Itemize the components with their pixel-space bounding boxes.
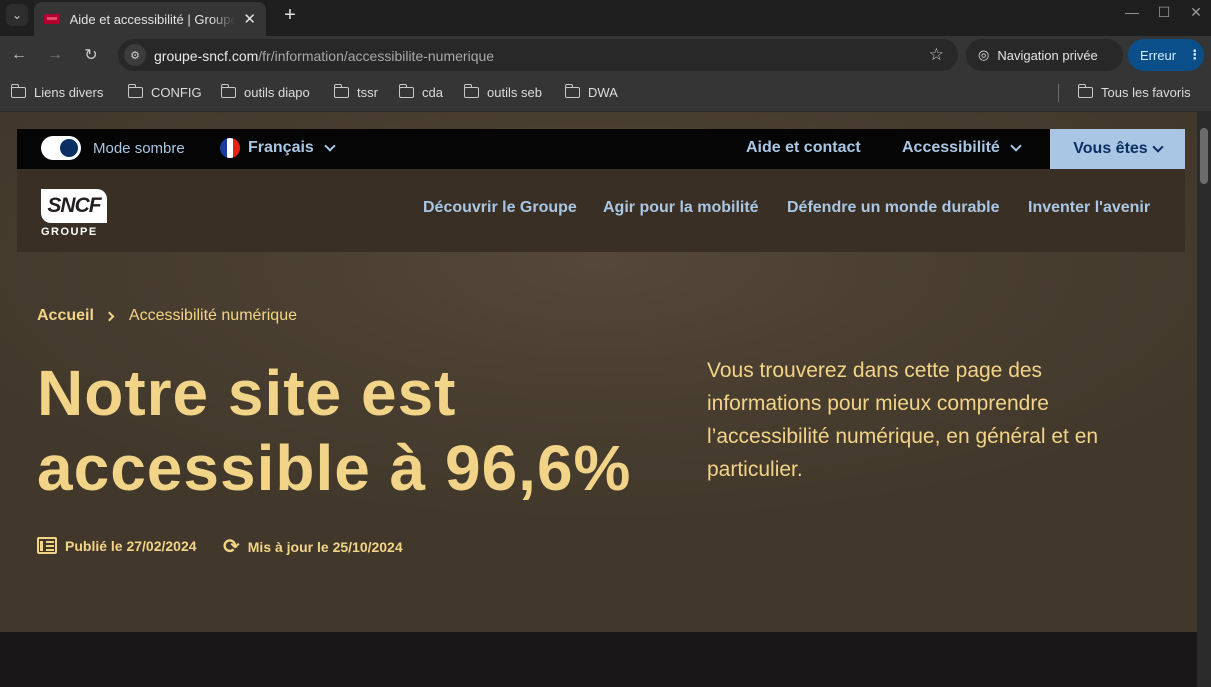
bookmark-label: Liens divers bbox=[34, 85, 104, 100]
browser-toolbar: ← → ↻ ⚙ groupe-sncf.com/fr/information/a… bbox=[0, 36, 1211, 74]
private-browsing-label: Navigation privée bbox=[997, 47, 1098, 63]
bookmark-label: Tous les favoris bbox=[1101, 85, 1191, 100]
bookmark-folder[interactable]: Liens divers bbox=[10, 84, 104, 100]
bookmark-folder[interactable]: tssr bbox=[333, 84, 378, 100]
sncf-groupe-logo[interactable]: SNCF GROUPE bbox=[41, 189, 107, 238]
bookmark-label: DWA bbox=[588, 85, 618, 100]
arrow-left-icon: ← bbox=[11, 46, 27, 63]
back-button[interactable]: ← bbox=[8, 44, 30, 66]
content-section bbox=[0, 632, 1197, 687]
folder-icon bbox=[333, 84, 349, 98]
more-menu-icon: ⋮ bbox=[1188, 47, 1202, 62]
updated-date-text: Mis à jour le 25/10/2024 bbox=[247, 539, 403, 555]
bookmark-label: outils seb bbox=[487, 85, 542, 100]
page-scrollbar[interactable] bbox=[1197, 112, 1211, 687]
arrow-right-icon: → bbox=[47, 46, 63, 63]
published-date-text: Publié le 27/02/2024 bbox=[65, 537, 197, 554]
bookmark-folder[interactable]: DWA bbox=[564, 84, 618, 100]
maximize-window-button[interactable]: ☐ bbox=[1154, 4, 1174, 21]
tab-title: Aide et accessibilité | Groupe SNCF bbox=[69, 11, 236, 27]
chevron-right-icon bbox=[104, 311, 115, 321]
bookmark-label: tssr bbox=[357, 85, 378, 100]
page-title-line-1: Notre site est bbox=[37, 357, 457, 429]
chevron-down-icon bbox=[324, 140, 336, 152]
refresh-icon: ⟳ bbox=[223, 536, 240, 558]
close-tab-icon[interactable]: ✕ bbox=[243, 10, 256, 28]
folder-icon bbox=[398, 84, 414, 98]
dark-mode-toggle[interactable] bbox=[41, 136, 81, 160]
language-label: Français bbox=[248, 139, 314, 156]
scrollbar-thumb[interactable] bbox=[1200, 128, 1208, 184]
address-bar[interactable]: ⚙ groupe-sncf.com/fr/information/accessi… bbox=[118, 39, 958, 71]
minimize-window-button[interactable]: — bbox=[1122, 4, 1142, 20]
url-path: /fr/information/accessibilite-numerique bbox=[258, 48, 495, 64]
folder-icon bbox=[564, 84, 580, 98]
folder-icon bbox=[1077, 84, 1093, 98]
bookmark-label: CONFIG bbox=[151, 85, 202, 100]
folder-icon bbox=[10, 84, 26, 98]
folder-icon bbox=[127, 84, 143, 98]
page-viewport: Mode sombre Français Aide et contact Acc… bbox=[0, 112, 1197, 687]
nav-item-sustainable[interactable]: Défendre un monde durable bbox=[787, 199, 999, 217]
dark-mode-label: Mode sombre bbox=[93, 140, 185, 157]
page-title: Notre site est accessible à 96,6% bbox=[37, 356, 657, 506]
incognito-icon: ◎ bbox=[978, 47, 990, 62]
page-title-line-2: accessible à 96,6% bbox=[37, 432, 632, 504]
bookmark-star-icon[interactable]: ☆ bbox=[929, 45, 944, 65]
new-tab-button[interactable]: + bbox=[280, 4, 300, 27]
url-host: groupe-sncf.com bbox=[154, 48, 259, 64]
forward-button[interactable]: → bbox=[44, 44, 66, 66]
logo-subtitle: GROUPE bbox=[41, 226, 98, 238]
chevron-down-icon bbox=[1010, 140, 1022, 152]
utility-bar: Mode sombre Français Aide et contact Acc… bbox=[17, 129, 1185, 169]
toggle-knob bbox=[60, 139, 78, 157]
tab-list-button[interactable]: ⌄ bbox=[6, 4, 28, 26]
folder-icon bbox=[220, 84, 236, 98]
page-description: Vous trouverez dans cette page des infor… bbox=[707, 359, 1099, 481]
browser-tab-active[interactable]: Aide et accessibilité | Groupe SNCF ✕ bbox=[34, 2, 266, 36]
folder-icon bbox=[463, 84, 479, 98]
bookmarks-divider bbox=[1058, 84, 1059, 102]
browser-tab-bar: ⌄ Aide et accessibilité | Groupe SNCF ✕ … bbox=[0, 0, 1211, 36]
nav-item-discover[interactable]: Découvrir le Groupe bbox=[423, 199, 577, 217]
breadcrumb-home-link[interactable]: Accueil bbox=[37, 307, 94, 325]
main-navigation: SNCF GROUPE Découvrir le Groupe Agir pou… bbox=[17, 169, 1185, 252]
url-text[interactable]: groupe-sncf.com/fr/information/accessibi… bbox=[154, 48, 494, 64]
help-contact-link[interactable]: Aide et contact bbox=[746, 139, 861, 157]
logo-mark: SNCF bbox=[41, 189, 107, 223]
chevron-down-icon: ⌄ bbox=[11, 8, 23, 22]
breadcrumb: Accueil Accessibilité numérique bbox=[37, 307, 297, 325]
bookmark-folder[interactable]: outils seb bbox=[463, 84, 542, 100]
error-label: Erreur bbox=[1140, 47, 1177, 63]
nav-item-future[interactable]: Inventer l'avenir bbox=[1028, 199, 1150, 217]
site-info-icon[interactable]: ⚙ bbox=[124, 44, 146, 66]
logo-mark-text: SNCF bbox=[47, 194, 101, 217]
bookmark-label: cda bbox=[422, 85, 443, 100]
french-flag-icon bbox=[220, 138, 240, 158]
nav-item-mobility[interactable]: Agir pour la mobilité bbox=[603, 199, 759, 217]
language-selector[interactable]: Français bbox=[220, 138, 336, 158]
accessibility-label: Accessibilité bbox=[902, 139, 1000, 156]
you-are-label: Vous êtes bbox=[1073, 140, 1148, 157]
profile-error-button[interactable]: Erreur ⋮ bbox=[1128, 39, 1204, 71]
breadcrumb-current: Accessibilité numérique bbox=[128, 307, 297, 324]
reload-icon: ↻ bbox=[84, 47, 98, 64]
you-are-button[interactable]: Vous êtes bbox=[1050, 129, 1185, 169]
bookmarks-bar: Liens divers CONFIG outils diapo tssr cd… bbox=[0, 74, 1211, 112]
updated-date: ⟳ Mis à jour le 25/10/2024 bbox=[223, 537, 403, 557]
close-window-button[interactable]: ✕ bbox=[1186, 4, 1206, 21]
sncf-favicon-icon bbox=[44, 14, 60, 24]
bookmark-folder[interactable]: cda bbox=[398, 84, 443, 100]
published-date: Publié le 27/02/2024 bbox=[37, 537, 197, 554]
reload-button[interactable]: ↻ bbox=[80, 44, 102, 66]
accessibility-menu[interactable]: Accessibilité bbox=[902, 139, 1022, 157]
chevron-down-icon bbox=[1152, 141, 1164, 153]
bookmark-folder[interactable]: CONFIG bbox=[127, 84, 202, 100]
all-bookmarks-folder[interactable]: Tous les favoris bbox=[1077, 84, 1191, 100]
newspaper-icon bbox=[37, 537, 57, 554]
private-browsing-indicator[interactable]: ◎ Navigation privée bbox=[966, 39, 1123, 71]
bookmark-label: outils diapo bbox=[244, 85, 310, 100]
bookmark-folder[interactable]: outils diapo bbox=[220, 84, 310, 100]
